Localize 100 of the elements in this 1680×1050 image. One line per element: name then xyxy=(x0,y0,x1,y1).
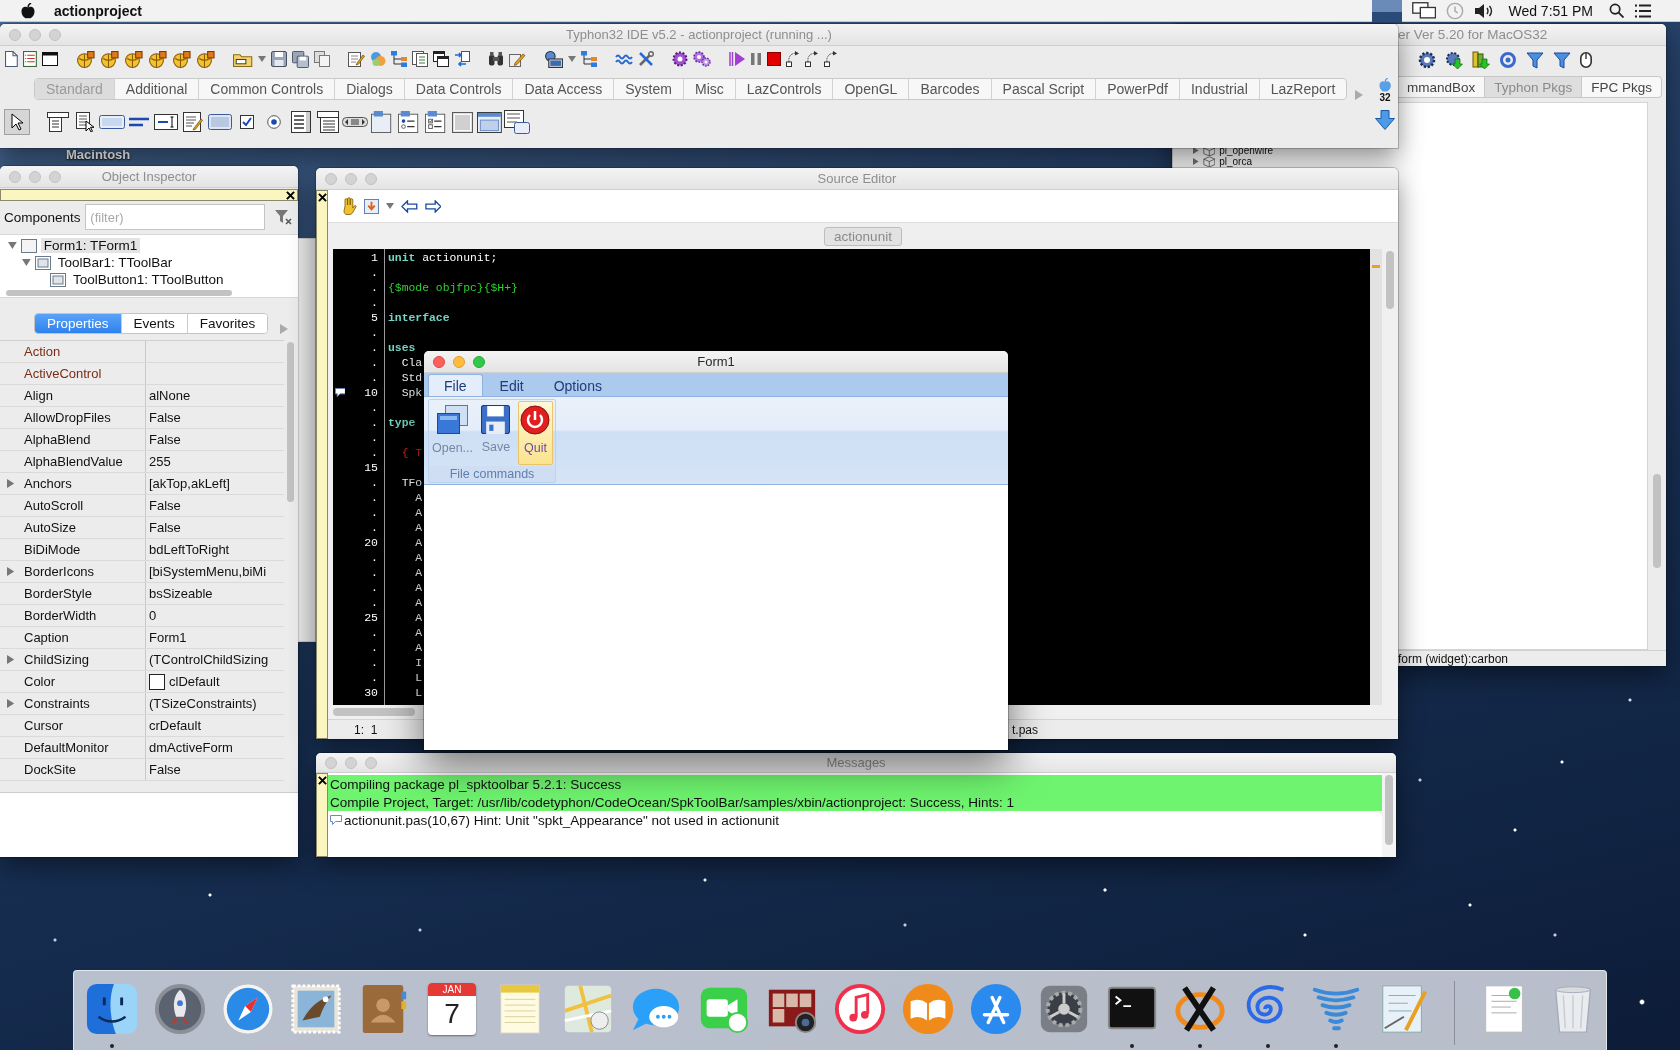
dropdown-arrow-icon[interactable] xyxy=(257,56,266,62)
scrollbar-thumb[interactable] xyxy=(1653,474,1661,568)
property-value[interactable]: [biSystemMenu,biMi xyxy=(149,564,267,579)
globe-cube-icon[interactable] xyxy=(75,50,95,68)
property-value[interactable]: bdLeftToRight xyxy=(149,542,230,557)
combo-box-icon[interactable] xyxy=(316,111,339,133)
tools-icon[interactable] xyxy=(637,51,654,67)
palette-tab[interactable]: OpenGL xyxy=(832,79,909,99)
compass-icon[interactable] xyxy=(221,982,275,1036)
speaker-icon[interactable] xyxy=(1474,2,1495,19)
close-button[interactable] xyxy=(433,355,445,368)
tree-item[interactable]: pl_orca xyxy=(1219,156,1252,167)
filter-field[interactable]: (filter) xyxy=(85,204,266,230)
play-icon[interactable] xyxy=(728,51,745,67)
main-menu-icon[interactable] xyxy=(46,112,69,132)
close-icon[interactable] xyxy=(317,776,327,785)
palette-tab[interactable]: Additional xyxy=(113,79,199,99)
hint-bubble-icon[interactable] xyxy=(334,388,346,397)
pause-icon[interactable] xyxy=(749,52,762,66)
rocket-icon[interactable] xyxy=(153,982,207,1036)
books-down-arrow-icon[interactable] xyxy=(1472,51,1490,69)
property-value[interactable]: (TSizeConstraints) xyxy=(149,696,257,711)
scrollbar-thumb[interactable] xyxy=(1385,775,1393,845)
dropdown-arrow-icon[interactable] xyxy=(567,56,576,62)
frame-icon[interactable] xyxy=(477,111,502,133)
gears-icon[interactable] xyxy=(692,51,711,67)
floppy-icon[interactable] xyxy=(270,51,287,67)
globe-cube-icon[interactable] xyxy=(147,50,168,68)
hand-icon[interactable] xyxy=(341,197,357,215)
palette-tab[interactable]: Industrial xyxy=(1178,79,1259,99)
list-box-icon[interactable] xyxy=(290,111,311,133)
popup-menu-icon[interactable] xyxy=(75,112,94,132)
property-value[interactable]: dmActiveForm xyxy=(149,740,233,755)
globe-cube-icon[interactable] xyxy=(172,50,192,68)
back-arrow-icon[interactable] xyxy=(401,199,418,213)
gear-icon[interactable] xyxy=(1418,51,1436,69)
blank-page-icon[interactable] xyxy=(5,51,18,67)
scrollbar-thumb[interactable] xyxy=(1386,251,1394,309)
palette-tab[interactable]: PowerPdf xyxy=(1095,79,1179,99)
split-face-icon[interactable] xyxy=(85,982,139,1036)
property-value[interactable]: False xyxy=(149,410,181,425)
property-value[interactable]: 0 xyxy=(149,608,157,623)
page-arrow-icon[interactable] xyxy=(364,198,379,214)
radio-group-icon[interactable] xyxy=(398,111,419,133)
step-arrow-icon[interactable] xyxy=(785,51,800,67)
edit-page-icon[interactable] xyxy=(347,51,365,67)
folder-icon[interactable] xyxy=(233,51,253,67)
dropdown-arrow-icon[interactable] xyxy=(386,203,394,209)
action-list-icon[interactable] xyxy=(503,110,530,134)
zoom-button[interactable] xyxy=(473,355,485,368)
palette-tab[interactable]: Pascal Script xyxy=(990,79,1096,99)
window-icon[interactable] xyxy=(41,52,58,66)
ribbon-button[interactable]: Quit xyxy=(517,401,553,465)
apple-icon[interactable] xyxy=(21,2,35,19)
tree-icon[interactable] xyxy=(580,51,597,67)
floppies-icon[interactable] xyxy=(291,50,309,68)
palette-tab[interactable]: LazReport xyxy=(1258,79,1347,99)
waves-icon[interactable] xyxy=(614,53,633,65)
scrollbar-thumb[interactable] xyxy=(333,708,415,716)
toggle-button-icon[interactable] xyxy=(207,114,232,130)
page-pencil-icon[interactable] xyxy=(508,51,526,67)
property-value[interactable]: crDefault xyxy=(149,718,202,733)
tree-item[interactable]: ToolBar1: TToolBar xyxy=(54,255,176,270)
scrollbar-thumb[interactable] xyxy=(6,290,232,296)
displays-icon[interactable] xyxy=(1411,2,1437,19)
down-arrow-icon[interactable] xyxy=(1375,110,1395,130)
stacked-pages-icon[interactable] xyxy=(313,51,330,67)
palette-tab[interactable]: Data Controls xyxy=(403,79,513,99)
expander-icon[interactable] xyxy=(1193,147,1199,154)
pointer-tool-button[interactable] xyxy=(4,109,30,135)
tree-item[interactable]: ToolButton1: TToolButton xyxy=(70,272,227,287)
expander-icon[interactable] xyxy=(7,479,15,488)
expander-icon[interactable] xyxy=(1193,158,1199,165)
push-button-icon[interactable] xyxy=(98,115,125,129)
palette-tab[interactable]: Common Controls xyxy=(198,79,335,99)
panel-icon[interactable] xyxy=(452,111,473,133)
property-value[interactable]: [akTop,akLeft] xyxy=(149,476,230,491)
radio-button-icon[interactable] xyxy=(266,115,281,129)
close-icon[interactable] xyxy=(317,193,327,202)
scroll-bar-icon[interactable] xyxy=(341,117,368,127)
property-value[interactable]: 255 xyxy=(149,454,171,469)
tab[interactable]: FPC Pkgs xyxy=(1582,76,1663,98)
property-value[interactable]: clDefault xyxy=(169,674,220,689)
pages-icon[interactable] xyxy=(411,51,428,67)
ribbon-tab[interactable]: File xyxy=(428,374,483,396)
group-box-icon[interactable] xyxy=(371,111,392,133)
monitor-icon[interactable] xyxy=(543,50,563,68)
edit-box-icon[interactable] xyxy=(153,114,178,130)
globe-cube-icon[interactable] xyxy=(196,50,216,68)
stamp-icon[interactable] xyxy=(289,982,343,1036)
tree-item[interactable]: pl_openwire xyxy=(1219,145,1274,156)
swap-arrows-icon[interactable] xyxy=(453,51,470,67)
property-value[interactable]: Form1 xyxy=(149,630,187,645)
property-value[interactable]: alNone xyxy=(149,388,191,403)
expander-icon[interactable] xyxy=(7,699,15,708)
checkbox-icon[interactable] xyxy=(239,115,254,129)
property-value[interactable]: False xyxy=(149,762,181,777)
text-page-icon[interactable] xyxy=(22,51,37,67)
expander-icon[interactable] xyxy=(8,242,17,249)
tree-item[interactable]: Form1: TForm1 xyxy=(40,238,141,253)
